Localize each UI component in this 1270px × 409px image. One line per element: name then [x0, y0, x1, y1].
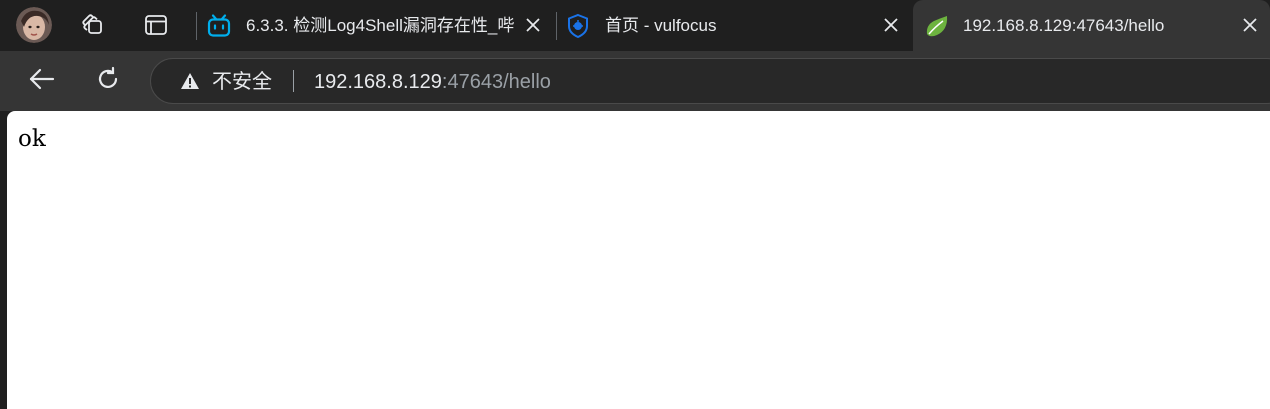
reload-button[interactable] — [91, 64, 125, 98]
url-host: 192.168.8.129 — [314, 71, 442, 93]
refresh-icon — [95, 66, 121, 97]
page-content: ok — [7, 111, 1270, 409]
omnibox-divider — [293, 70, 294, 92]
security-status-label[interactable]: 不安全 — [212, 70, 272, 94]
close-icon[interactable] — [1239, 14, 1261, 36]
tab-bilibili[interactable]: 6.3.3. 检测Log4Shell漏洞存在性_哔 — [206, 0, 552, 51]
tab-actions-icon[interactable] — [143, 12, 169, 38]
tab-title: 192.168.8.129:47643/hello — [963, 16, 1165, 35]
tab-vulfocus[interactable]: 首页 - vulfocus — [565, 0, 911, 51]
workspaces-icon[interactable] — [80, 12, 106, 38]
profile-avatar[interactable] — [16, 7, 52, 43]
close-icon[interactable] — [880, 14, 902, 36]
url-path: :47643/hello — [441, 71, 551, 93]
bilibili-icon — [206, 13, 232, 39]
close-icon[interactable] — [522, 14, 544, 36]
tab-strip: 6.3.3. 检测Log4Shell漏洞存在性_哔 首页 - vulfocus — [0, 0, 1270, 51]
back-arrow-icon — [28, 67, 56, 96]
url-text[interactable]: 192.168.8.129:47643/hello — [314, 70, 551, 94]
response-text: ok — [18, 126, 46, 152]
tab-title: 首页 - vulfocus — [605, 16, 717, 35]
warning-icon[interactable] — [180, 72, 200, 90]
back-button[interactable] — [25, 64, 59, 98]
spring-leaf-icon — [924, 13, 950, 39]
tab-title: 6.3.3. 检测Log4Shell漏洞存在性_哔 — [246, 16, 514, 35]
vulfocus-shield-icon — [565, 13, 591, 39]
tab-hello-active[interactable]: 192.168.8.129:47643/hello — [913, 0, 1270, 51]
browser-toolbar: 不安全 192.168.8.129:47643/hello — [0, 51, 1270, 111]
tab-separator — [556, 12, 557, 40]
address-bar[interactable]: 不安全 192.168.8.129:47643/hello — [150, 58, 1270, 104]
tab-separator — [196, 12, 197, 40]
